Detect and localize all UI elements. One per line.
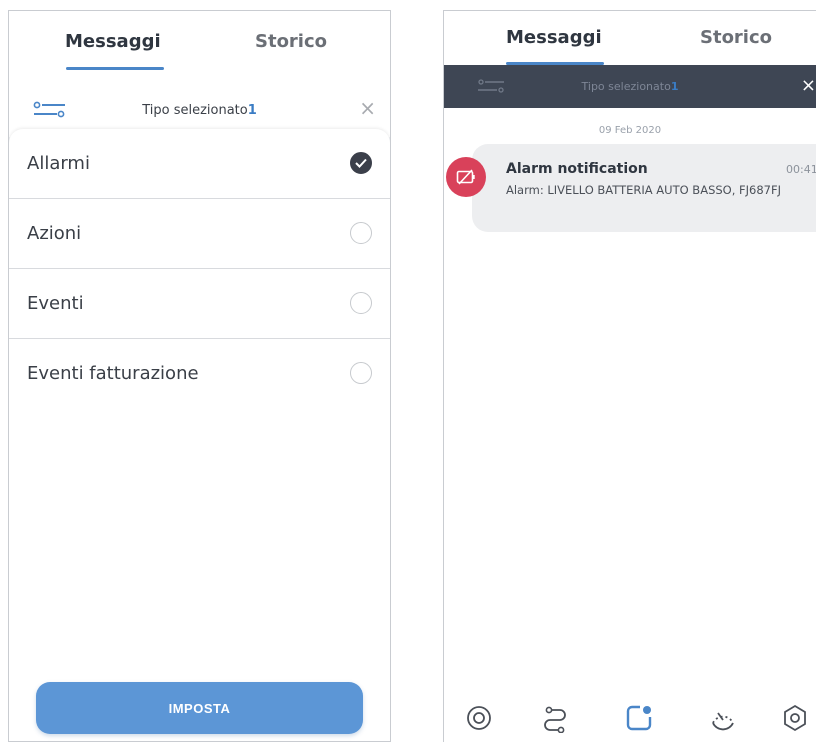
selected-type-text: Tipo selezionato xyxy=(142,103,248,118)
selected-type-count: 1 xyxy=(247,103,257,118)
option-label: Allarmi xyxy=(27,153,90,174)
speedometer-icon[interactable] xyxy=(708,703,738,733)
selected-type-count: 1 xyxy=(670,80,679,93)
option-label: Azioni xyxy=(27,223,82,244)
route-icon[interactable] xyxy=(540,703,570,733)
option-azioni[interactable]: Azioni xyxy=(9,199,390,269)
imposta-button[interactable]: IMPOSTA xyxy=(36,682,363,734)
messages-icon[interactable] xyxy=(624,703,654,733)
tab-storico[interactable]: Storico xyxy=(700,27,772,48)
tab-storico[interactable]: Storico xyxy=(255,31,327,52)
bottom-navigation xyxy=(444,695,816,742)
tab-messaggi[interactable]: Messaggi xyxy=(65,31,161,52)
option-eventi-fatturazione[interactable]: Eventi fatturazione xyxy=(9,339,390,409)
date-separator: 09 Feb 2020 xyxy=(598,125,662,136)
message-title: Alarm notification xyxy=(506,161,648,177)
settings-icon[interactable] xyxy=(780,703,810,733)
filter-bar: Tipo selezionato1 × xyxy=(9,73,390,137)
tab-bar: Messaggi Storico xyxy=(9,11,390,73)
option-label: Eventi fatturazione xyxy=(27,363,199,384)
checked-radio-icon[interactable] xyxy=(350,152,372,174)
option-eventi[interactable]: Eventi xyxy=(9,269,390,339)
selected-type-label: Tipo selezionato1 xyxy=(9,103,390,118)
option-allarmi[interactable]: Allarmi xyxy=(9,129,390,199)
battery-alert-icon xyxy=(446,157,486,197)
selected-type-text: Tipo selezionato xyxy=(581,80,671,93)
message-time: 00:41 xyxy=(786,163,816,176)
option-label: Eventi xyxy=(27,293,84,314)
filter-screen: Messaggi Storico Tipo selezionato1 × All… xyxy=(8,10,391,742)
radio-icon[interactable] xyxy=(350,292,372,314)
tab-bar: Messaggi Storico xyxy=(444,11,816,65)
target-icon[interactable] xyxy=(464,703,494,733)
message-body: Alarm: LIVELLO BATTERIA AUTO BASSO, FJ68… xyxy=(506,183,781,197)
close-icon[interactable]: × xyxy=(359,98,376,118)
radio-icon[interactable] xyxy=(350,222,372,244)
filter-bar: Tipo selezionato1 × xyxy=(444,65,816,108)
messages-screen: Messaggi Storico Tipo selezionato1 × 09 … xyxy=(443,10,816,742)
type-selection-sheet: Allarmi Azioni Eventi Eventi fatturazion… xyxy=(9,129,390,741)
tab-messaggi[interactable]: Messaggi xyxy=(506,27,602,48)
selected-type-label: Tipo selezionato1 xyxy=(444,80,816,93)
radio-icon[interactable] xyxy=(350,362,372,384)
active-tab-indicator xyxy=(66,67,164,70)
close-icon[interactable]: × xyxy=(801,75,816,96)
